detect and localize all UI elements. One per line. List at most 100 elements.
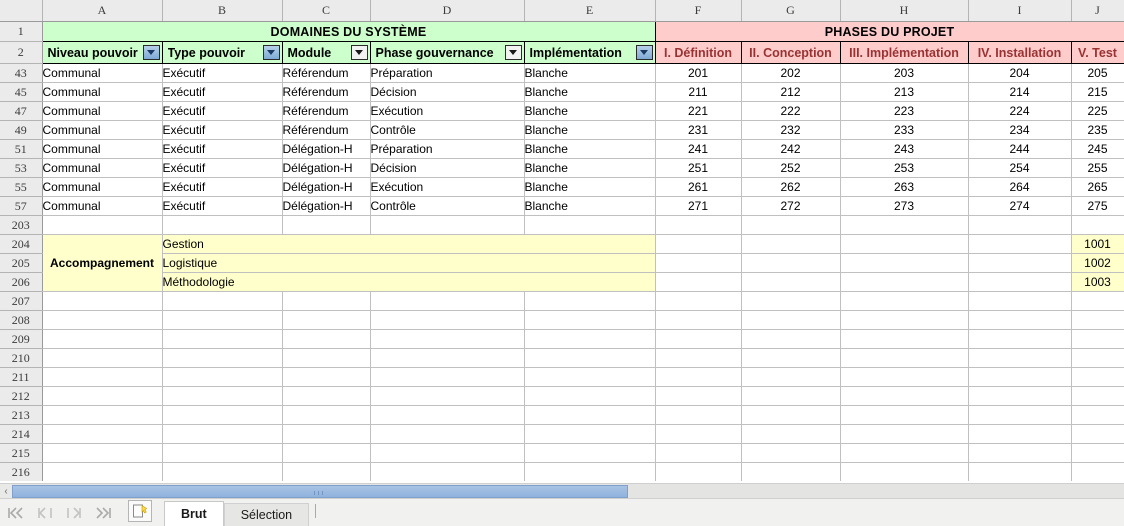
cell-j[interactable] (1071, 424, 1124, 444)
accompagnement-item-name[interactable]: Méthodologie (162, 272, 656, 292)
cell-j[interactable]: 1003 (1071, 272, 1124, 292)
table-row-empty[interactable]: 209 (0, 329, 1124, 349)
cell-e[interactable] (524, 348, 656, 368)
cell-h[interactable] (840, 253, 969, 273)
cell-g[interactable] (741, 443, 841, 463)
cell-i[interactable]: 274 (968, 196, 1072, 216)
row-header[interactable]: 49 (0, 120, 43, 140)
cell-g[interactable]: 242 (741, 139, 841, 159)
table-row-empty[interactable]: 210 (0, 348, 1124, 368)
cell-c[interactable] (282, 386, 371, 406)
cell-c[interactable]: Délégation-H (282, 196, 371, 216)
cell-j[interactable] (1071, 215, 1124, 235)
cell-j[interactable]: 205 (1071, 63, 1124, 83)
cell-e[interactable]: Blanche (524, 63, 656, 83)
cell-b[interactable]: Exécutif (162, 177, 283, 197)
cell-j[interactable] (1071, 462, 1124, 481)
cell-h[interactable] (840, 329, 969, 349)
scroll-left-icon[interactable]: ‹ (0, 484, 12, 499)
cell-j[interactable]: 235 (1071, 120, 1124, 140)
cell-f[interactable]: 271 (655, 196, 742, 216)
cell-f[interactable] (655, 310, 742, 330)
table-row-empty[interactable]: 214 (0, 424, 1124, 444)
autofilter-button-implementation[interactable] (635, 45, 653, 60)
cell-h[interactable]: 213 (840, 82, 969, 102)
table-row-empty[interactable]: 216 (0, 462, 1124, 481)
header-niveau-pouvoir[interactable]: Niveau pouvoir (42, 41, 163, 64)
cell-a[interactable]: Communal (42, 82, 163, 102)
cell-f[interactable] (655, 291, 742, 311)
cell-g[interactable] (741, 253, 841, 273)
autofilter-button-niveau-pouvoir[interactable] (142, 45, 160, 60)
cell-h[interactable] (840, 234, 969, 254)
column-header-a[interactable]: A (42, 0, 163, 22)
cell-j[interactable] (1071, 405, 1124, 425)
cell-e[interactable]: Blanche (524, 196, 656, 216)
header-type-pouvoir[interactable]: Type pouvoir (162, 41, 283, 64)
column-header-j[interactable]: J (1071, 0, 1124, 22)
cell-i[interactable] (968, 291, 1072, 311)
cell-d[interactable]: Décision (370, 158, 525, 178)
cell-e[interactable]: Blanche (524, 158, 656, 178)
cell-b[interactable]: Exécutif (162, 101, 283, 121)
table-row[interactable]: 55 Communal Exécutif Délégation-H Exécut… (0, 177, 1124, 197)
cell-d[interactable] (370, 310, 525, 330)
first-sheet-icon[interactable] (6, 504, 26, 522)
row-header[interactable]: 51 (0, 139, 43, 159)
cell-j[interactable] (1071, 367, 1124, 387)
cell-c[interactable] (282, 291, 371, 311)
cell-g[interactable]: 212 (741, 82, 841, 102)
cell-i[interactable] (968, 462, 1072, 481)
cell-j[interactable] (1071, 291, 1124, 311)
cell-g[interactable] (741, 291, 841, 311)
cell-e[interactable] (524, 386, 656, 406)
next-sheet-icon[interactable] (64, 504, 84, 522)
scrollbar-track[interactable] (12, 484, 1124, 499)
cell-e[interactable] (524, 310, 656, 330)
row-header[interactable]: 45 (0, 82, 43, 102)
cell-b[interactable] (162, 348, 283, 368)
column-header-g[interactable]: G (741, 0, 841, 22)
cell-b[interactable] (162, 462, 283, 481)
row-header[interactable]: 55 (0, 177, 43, 197)
cell-b[interactable] (162, 424, 283, 444)
cell-j[interactable]: 245 (1071, 139, 1124, 159)
cell-i[interactable] (968, 367, 1072, 387)
table-row[interactable]: 43 Communal Exécutif Référendum Préparat… (0, 63, 1124, 83)
cell-h[interactable]: 233 (840, 120, 969, 140)
cell-h[interactable]: 223 (840, 101, 969, 121)
cell-j[interactable]: 215 (1071, 82, 1124, 102)
cell-g[interactable] (741, 367, 841, 387)
column-header-d[interactable]: D (370, 0, 525, 22)
cell-j[interactable] (1071, 386, 1124, 406)
cell-a[interactable]: Communal (42, 139, 163, 159)
column-header-e[interactable]: E (524, 0, 656, 22)
cell-a[interactable] (42, 405, 163, 425)
accompagnement-item-name[interactable]: Logistique (162, 253, 656, 273)
cell-d[interactable] (370, 367, 525, 387)
cell-f[interactable]: 201 (655, 63, 742, 83)
table-row-accompagnement[interactable]: 206 Méthodologie 1003 (0, 272, 1124, 292)
cell-i[interactable]: 224 (968, 101, 1072, 121)
add-sheet-button[interactable] (128, 500, 152, 522)
table-row-empty[interactable]: 215 (0, 443, 1124, 463)
autofilter-button-module[interactable] (350, 45, 368, 60)
autofilter-button-type-pouvoir[interactable] (262, 45, 280, 60)
table-row[interactable]: 51 Communal Exécutif Délégation-H Prépar… (0, 139, 1124, 159)
cell-d[interactable] (370, 443, 525, 463)
cell-h[interactable]: 253 (840, 158, 969, 178)
cell-e[interactable]: Blanche (524, 82, 656, 102)
column-header-i[interactable]: I (968, 0, 1072, 22)
cell-e[interactable] (524, 329, 656, 349)
cell-h[interactable]: 203 (840, 63, 969, 83)
cell-b[interactable] (162, 443, 283, 463)
cell-f[interactable] (655, 272, 742, 292)
cell-h[interactable] (840, 348, 969, 368)
row-header[interactable]: 211 (0, 367, 43, 387)
cell-h[interactable]: 263 (840, 177, 969, 197)
cell-h[interactable] (840, 272, 969, 292)
cell-b[interactable]: Exécutif (162, 120, 283, 140)
cell-d[interactable]: Préparation (370, 63, 525, 83)
row-header[interactable]: 53 (0, 158, 43, 178)
cell-f[interactable] (655, 253, 742, 273)
